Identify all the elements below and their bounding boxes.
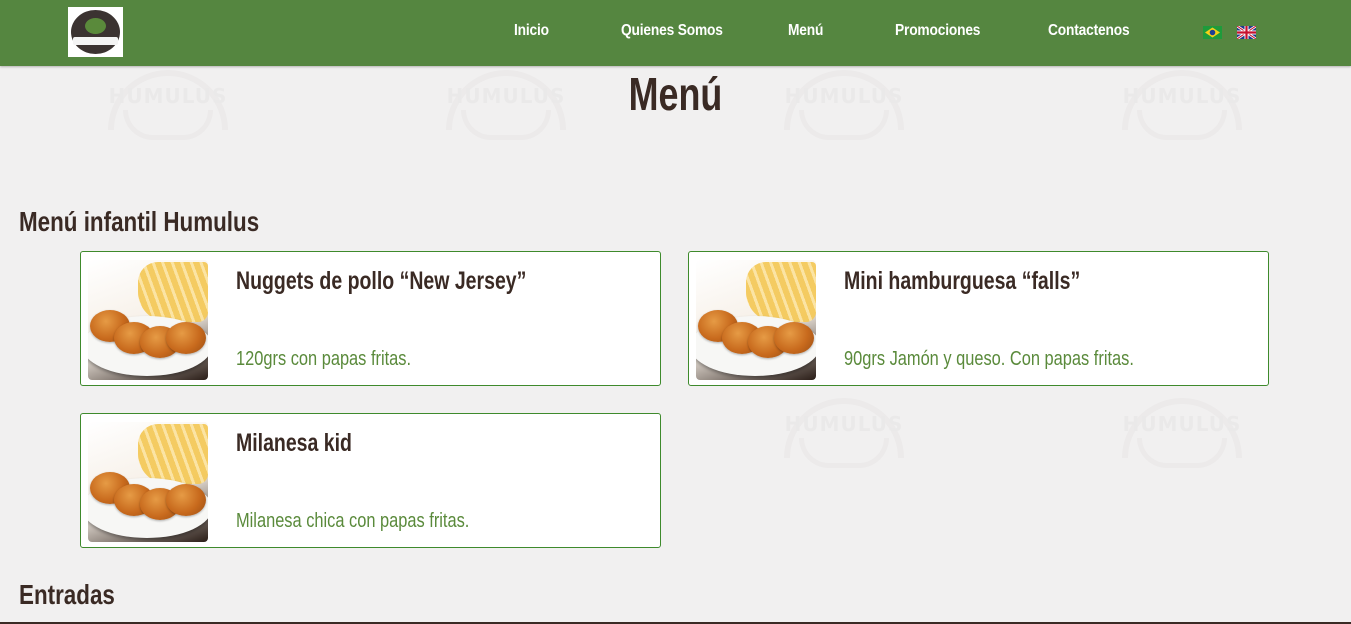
- nav-link-quienes-somos[interactable]: Quienes Somos: [621, 22, 723, 40]
- nav-link-contactenos[interactable]: Contactenos: [1048, 22, 1130, 40]
- menu-item-card[interactable]: Milanesa kid Milanesa chica con papas fr…: [80, 413, 661, 548]
- menu-item-description: 120grs con papas fritas.: [236, 348, 412, 370]
- menu-item-name: Milanesa kid: [236, 429, 352, 457]
- nav-link-menu[interactable]: Menú: [788, 22, 823, 40]
- page-title: Menú: [628, 68, 723, 120]
- menu-item-image: [88, 422, 208, 542]
- menu-item-name: Nuggets de pollo “New Jersey”: [236, 267, 527, 295]
- menu-item-card[interactable]: Mini hamburguesa “falls” 90grs Jamón y q…: [688, 251, 1269, 386]
- menu-item-card[interactable]: Nuggets de pollo “New Jersey” 120grs con…: [80, 251, 661, 386]
- uk-flag-icon[interactable]: [1237, 26, 1256, 39]
- nav-links: Inicio Quienes Somos Menú Promociones Co…: [0, 0, 1351, 66]
- section-title-entradas: Entradas: [19, 579, 115, 610]
- menu-item-name: Mini hamburguesa “falls”: [844, 267, 1081, 295]
- nav-link-promociones[interactable]: Promociones: [895, 22, 980, 40]
- menu-item-image: [696, 260, 816, 380]
- section-title-menu-infantil: Menú infantil Humulus: [19, 206, 260, 237]
- watermark-logo: HUMULUS: [1112, 398, 1252, 498]
- watermark-logo: HUMULUS: [774, 398, 914, 498]
- menu-item-image: [88, 260, 208, 380]
- top-navbar: Inicio Quienes Somos Menú Promociones Co…: [0, 0, 1351, 66]
- menu-item-description: 90grs Jamón y queso. Con papas fritas.: [844, 348, 1134, 370]
- nav-link-inicio[interactable]: Inicio: [514, 22, 549, 40]
- menu-item-description: Milanesa chica con papas fritas.: [236, 510, 470, 532]
- brazil-flag-icon[interactable]: [1203, 26, 1222, 39]
